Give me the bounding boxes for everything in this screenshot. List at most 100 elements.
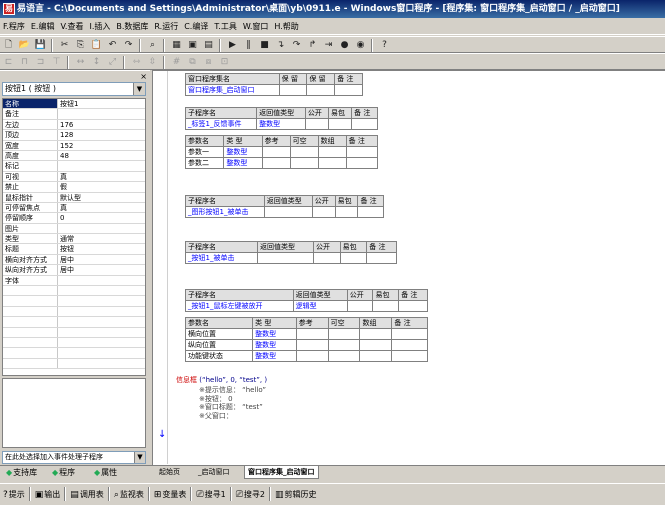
table-cell[interactable] — [311, 206, 336, 218]
menu-item-5[interactable]: R.运行 — [151, 18, 181, 35]
table-cell[interactable] — [327, 339, 361, 351]
table-cell[interactable] — [334, 206, 359, 218]
table-cell[interactable]: 窗口程序集_启动窗口 — [185, 84, 280, 96]
code-line[interactable]: 信息框 (“hello”, 0, “test”, ) — [176, 375, 267, 385]
table-cell[interactable] — [357, 206, 384, 218]
menu-item-8[interactable]: W.窗口 — [240, 18, 272, 35]
table-cell[interactable]: 备 注 — [391, 317, 428, 329]
property-row[interactable]: 顶边 128 — [3, 130, 145, 141]
table-cell[interactable]: 整数型 — [252, 339, 297, 351]
property-row[interactable]: 禁止假 — [3, 182, 145, 193]
step-out-icon[interactable]: ↱ — [305, 38, 320, 52]
table-cell[interactable] — [304, 118, 329, 130]
property-row[interactable] — [3, 358, 145, 370]
table-cell[interactable] — [339, 252, 368, 264]
property-row[interactable]: 左边 176 — [3, 119, 145, 131]
table-cell[interactable] — [306, 84, 336, 96]
table-cell[interactable]: _按钮1_鼠标左键被放开 — [185, 300, 294, 312]
window-icon[interactable]: ▤ — [201, 38, 216, 52]
table-cell[interactable]: 子程序名 — [184, 107, 258, 119]
property-value[interactable] — [58, 286, 145, 295]
menu-item-6[interactable]: C.编译 — [181, 18, 211, 35]
v-space-icon[interactable]: ⇳ — [145, 55, 160, 69]
property-row[interactable]: 宽度 152 — [3, 140, 145, 151]
table-cell[interactable] — [345, 157, 379, 169]
align-left-icon[interactable]: ⊏ — [1, 55, 16, 69]
pause-icon[interactable]: ‖ — [241, 38, 256, 52]
table-cell[interactable] — [317, 146, 347, 158]
table-cell[interactable]: 类 型 — [223, 135, 263, 147]
property-row[interactable]: 高度 48 — [3, 150, 145, 162]
find-icon[interactable]: ⌕ — [145, 38, 160, 52]
same-height-icon[interactable]: ↕ — [89, 55, 104, 69]
table-cell[interactable] — [327, 118, 353, 130]
table-cell[interactable]: 保 留 — [278, 73, 308, 85]
table-cell[interactable] — [295, 339, 329, 351]
table-cell[interactable]: 备 注 — [351, 107, 378, 119]
table-cell[interactable]: 返回值类型 — [257, 241, 315, 253]
property-value[interactable]: 0 — [58, 213, 145, 222]
table-cell[interactable] — [313, 252, 341, 264]
left-tab-0[interactable]: ◆支持库 — [4, 466, 37, 479]
table-cell[interactable] — [317, 157, 347, 169]
help-icon[interactable]: ? — [377, 38, 392, 52]
menu-item-4[interactable]: B.数据库 — [113, 18, 151, 35]
property-value[interactable] — [58, 348, 145, 357]
menu-item-1[interactable]: E.编辑 — [28, 18, 58, 35]
h-space-icon[interactable]: ⇿ — [129, 55, 144, 69]
table-cell[interactable]: 参数一 — [184, 146, 225, 158]
table-cell[interactable]: 整数型 — [252, 350, 297, 362]
table-cell[interactable] — [366, 252, 397, 264]
property-value[interactable]: 居中 — [58, 255, 145, 264]
property-row[interactable]: 图片 — [3, 223, 145, 235]
bottom-tab-2[interactable]: ▤调用表 — [67, 486, 107, 504]
table-cell[interactable] — [278, 84, 308, 96]
table-cell[interactable]: _标签1_反馈事件 — [184, 118, 258, 130]
send-back-icon[interactable]: ⧈ — [201, 55, 216, 69]
save-icon[interactable]: 💾 — [33, 38, 48, 52]
table-cell[interactable] — [359, 350, 393, 362]
property-row[interactable] — [3, 337, 145, 349]
table-cell[interactable]: 可空 — [327, 317, 361, 329]
table-cell[interactable] — [359, 328, 393, 340]
table-cell[interactable] — [263, 206, 313, 218]
panel-icon[interactable]: ▣ — [185, 38, 200, 52]
property-row[interactable] — [3, 306, 145, 318]
property-row[interactable]: 类型 通常 — [3, 234, 145, 245]
watch-icon[interactable]: ◉ — [353, 38, 368, 52]
editor-tab-0[interactable]: 起始页 — [156, 466, 183, 479]
table-cell[interactable] — [257, 252, 315, 264]
undo-icon[interactable]: ↶ — [105, 38, 120, 52]
table-cell[interactable]: 功能键状态 — [184, 350, 254, 362]
property-row[interactable]: 可视真 — [3, 171, 145, 183]
table-cell[interactable]: _图形按钮1_被单击 — [185, 206, 265, 218]
table-cell[interactable] — [327, 350, 361, 362]
align-top-icon[interactable]: ⊤ — [49, 55, 64, 69]
property-row[interactable] — [3, 286, 145, 297]
table-cell[interactable] — [391, 350, 428, 362]
table-cell[interactable]: 备 注 — [366, 241, 397, 253]
bottom-tab-7[interactable]: ▥剪辑历史 — [272, 486, 320, 504]
table-cell[interactable]: 整数型 — [256, 118, 306, 130]
table-cell[interactable] — [372, 300, 400, 312]
table-cell[interactable] — [391, 328, 428, 340]
table-cell[interactable]: 类 型 — [252, 317, 297, 329]
chevron-down-icon[interactable]: ▼ — [134, 452, 145, 463]
step-into-icon[interactable]: ↴ — [273, 38, 288, 52]
table-cell[interactable] — [327, 328, 361, 340]
table-cell[interactable] — [295, 328, 329, 340]
table-cell[interactable]: 整数型 — [223, 157, 263, 169]
bottom-tab-5[interactable]: ⎚搜寻1 — [193, 486, 228, 504]
property-value[interactable]: 真 — [58, 172, 145, 181]
property-value[interactable]: 176 — [58, 120, 145, 129]
redo-icon[interactable]: ↷ — [121, 38, 136, 52]
table-cell[interactable]: 子程序名 — [185, 289, 294, 301]
property-value[interactable]: 128 — [58, 130, 145, 139]
table-cell[interactable]: 逻辑型 — [292, 300, 348, 312]
table-cell[interactable]: 子程序名 — [185, 195, 265, 207]
property-value[interactable] — [58, 296, 145, 305]
run-icon[interactable]: ▶ — [225, 38, 240, 52]
stop-icon[interactable]: ■ — [257, 38, 272, 52]
layout-icon[interactable]: ▦ — [169, 38, 184, 52]
bottom-tab-4[interactable]: ⊞变量表 — [151, 486, 190, 504]
